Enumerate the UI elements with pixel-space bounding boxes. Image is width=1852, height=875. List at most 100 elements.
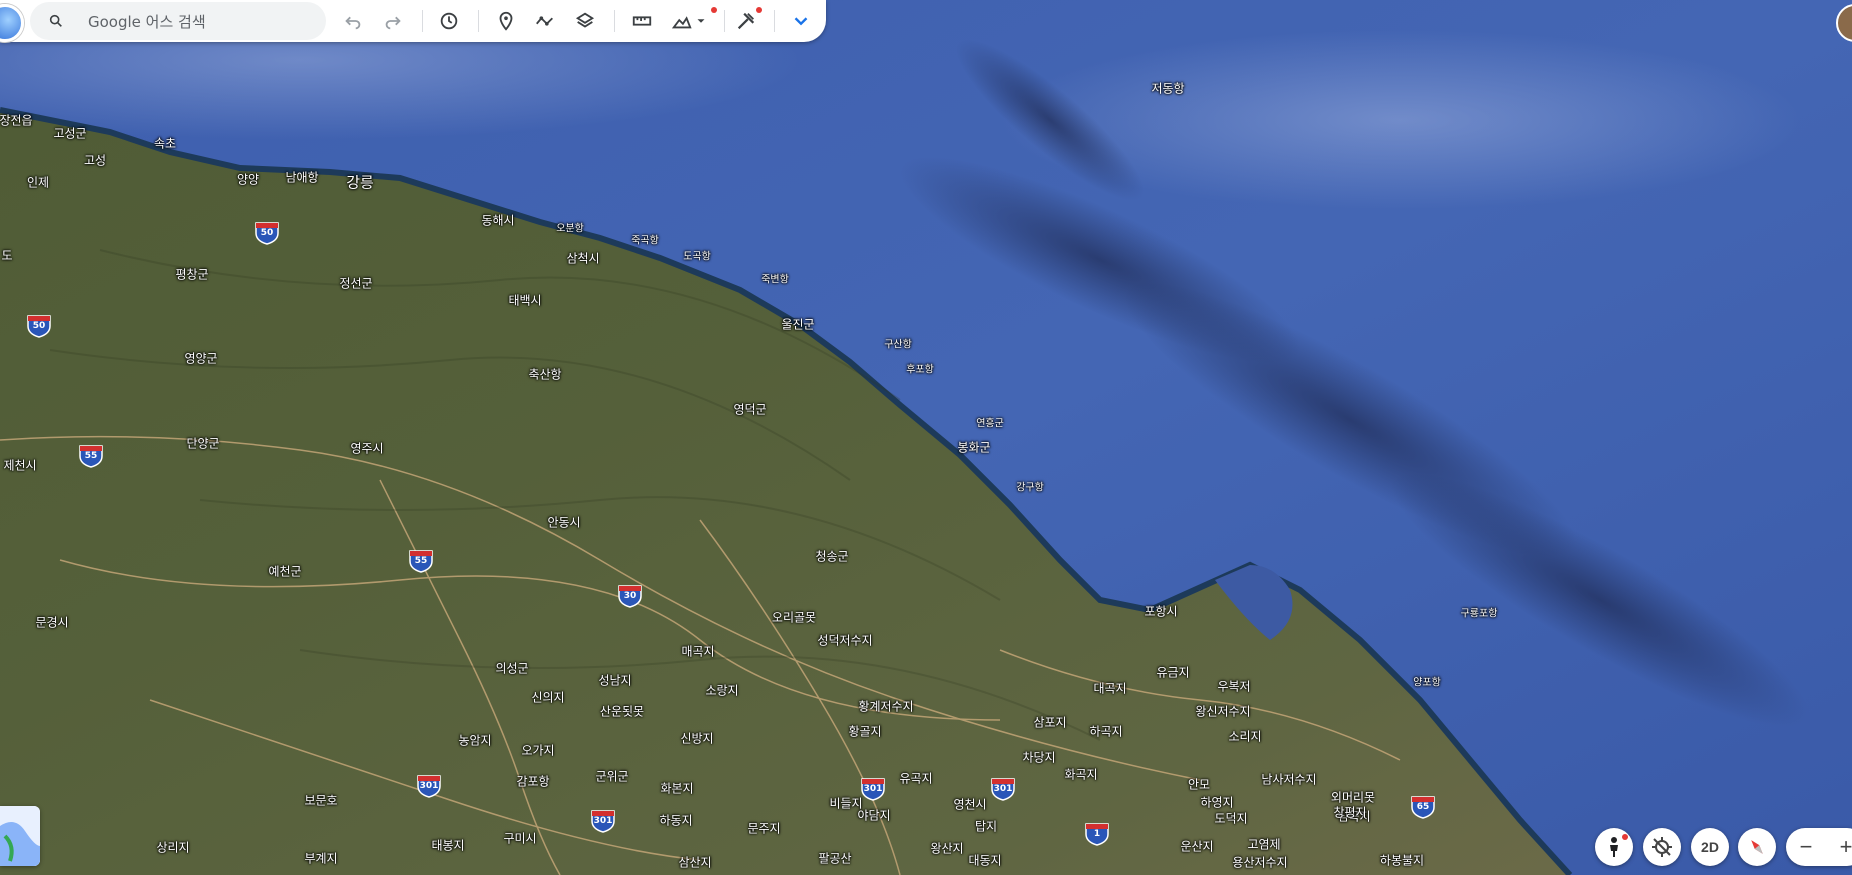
place-label[interactable]: 오분항 — [556, 220, 584, 235]
place-label[interactable]: 도 — [1, 247, 12, 264]
satellite-map[interactable] — [0, 0, 1852, 875]
place-label[interactable]: 연흥군 — [976, 415, 1004, 430]
image-dropdown-icon[interactable] — [694, 9, 708, 33]
place-label[interactable]: 동해시 — [481, 212, 514, 229]
place-label[interactable]: 인제 — [27, 174, 49, 191]
place-label[interactable]: 황골지 — [848, 723, 881, 740]
tools-icon[interactable] — [734, 9, 758, 33]
place-label[interactable]: 농암지 — [458, 732, 491, 749]
search-box[interactable] — [30, 2, 326, 40]
place-label[interactable]: 저동항 — [1151, 80, 1184, 97]
place-label[interactable]: 태백시 — [508, 292, 541, 309]
place-label[interactable]: 삼척시 — [566, 250, 599, 267]
location-off-icon[interactable] — [1643, 828, 1681, 866]
place-label[interactable]: 매곡지 — [681, 643, 714, 660]
minimap-thumbnail[interactable] — [0, 806, 40, 866]
path-icon[interactable] — [533, 9, 557, 33]
zoom-out-button[interactable]: − — [1786, 828, 1826, 866]
place-label[interactable]: 우복저 — [1217, 678, 1250, 695]
place-label[interactable]: 제천시 — [3, 457, 36, 474]
place-label[interactable]: 구산항 — [884, 336, 912, 351]
place-label[interactable]: 야담지 — [857, 807, 890, 824]
place-label[interactable]: 고성군 — [53, 125, 86, 142]
place-label[interactable]: 소랑지 — [705, 682, 738, 699]
place-label[interactable]: 군위군 — [595, 768, 628, 785]
place-label[interactable]: 유금지 — [1156, 664, 1189, 681]
compass-icon[interactable] — [1738, 828, 1776, 866]
place-label[interactable]: 평창군 — [175, 266, 208, 283]
place-label[interactable]: 대동지 — [968, 852, 1001, 869]
place-label[interactable]: 소리지 — [1228, 728, 1261, 745]
place-label[interactable]: 양양 — [237, 171, 259, 188]
place-label[interactable]: 안동시 — [547, 514, 580, 531]
place-label[interactable]: 유곡지 — [899, 770, 932, 787]
place-label[interactable]: 속초 — [154, 135, 176, 152]
place-label[interactable]: 봉화군 — [957, 439, 990, 456]
redo-icon[interactable] — [381, 9, 405, 33]
place-label[interactable]: 용산저수지 — [1232, 854, 1287, 871]
place-label[interactable]: 고성 — [84, 152, 106, 169]
undo-icon[interactable] — [341, 9, 365, 33]
place-label[interactable]: 고염제 — [1247, 836, 1280, 853]
place-label[interactable]: 안모 — [1188, 776, 1210, 793]
place-label[interactable]: 후포항 — [906, 361, 934, 376]
place-label[interactable]: 울진군 — [781, 316, 814, 333]
zoom-in-button[interactable]: + — [1826, 828, 1852, 866]
place-label[interactable]: 문주지 — [747, 820, 780, 837]
place-label[interactable]: 단양군 — [186, 435, 219, 452]
place-label[interactable]: 정선군 — [339, 275, 372, 292]
globe-menu-icon[interactable] — [0, 4, 24, 42]
place-label[interactable]: 보문호 — [304, 792, 337, 809]
place-label[interactable]: 영주시 — [350, 440, 383, 457]
place-label[interactable]: 장전읍 — [0, 112, 33, 129]
place-label[interactable]: 오가지 — [521, 742, 554, 759]
place-label[interactable]: 오리골못 — [772, 609, 816, 626]
place-label[interactable]: 감포항 — [516, 773, 549, 790]
place-label[interactable]: 죽곡항 — [631, 232, 659, 247]
place-label[interactable]: 삼산지 — [678, 854, 711, 871]
place-label[interactable]: 차당지 — [1022, 749, 1055, 766]
place-label[interactable]: 성덕저수지 — [817, 632, 872, 649]
place-label[interactable]: 하영지 — [1200, 794, 1233, 811]
view-mode-2d-button[interactable]: 2D — [1691, 828, 1729, 866]
ruler-icon[interactable] — [630, 9, 654, 33]
place-label[interactable]: 왕산지 — [930, 840, 963, 857]
place-label[interactable]: 강릉 — [346, 172, 374, 193]
place-label[interactable]: 삼포지 — [1033, 714, 1066, 731]
place-label[interactable]: 구미시 — [503, 830, 536, 847]
place-label[interactable]: 양포항 — [1413, 674, 1441, 689]
place-label[interactable]: 영덕군 — [733, 401, 766, 418]
place-label[interactable]: 탑지 — [975, 818, 997, 835]
place-label[interactable]: 도덕지 — [1214, 810, 1247, 827]
place-label[interactable]: 팔공산 — [818, 850, 851, 867]
chevron-down-icon[interactable] — [789, 9, 813, 33]
place-label[interactable]: 신의지 — [531, 689, 564, 706]
place-label[interactable]: 영양군 — [184, 350, 217, 367]
place-label[interactable]: 성남지 — [598, 672, 631, 689]
place-label[interactable]: 하곡지 — [1089, 723, 1122, 740]
placemark-icon[interactable] — [494, 9, 518, 33]
place-label[interactable]: 구룡포항 — [1461, 605, 1498, 620]
place-label[interactable]: 운산지 — [1180, 838, 1213, 855]
place-label[interactable]: 상리지 — [156, 839, 189, 856]
search-input[interactable] — [86, 10, 310, 34]
place-label[interactable]: 황계저수지 — [858, 698, 913, 715]
place-label[interactable]: 대곡지 — [1093, 680, 1126, 697]
place-label[interactable]: 태봉지 — [431, 837, 464, 854]
place-label[interactable]: 하봉불지 — [1380, 852, 1424, 869]
place-label[interactable]: 산운됫못 — [600, 703, 644, 720]
pegman-icon[interactable] — [1595, 828, 1633, 866]
layers-icon[interactable] — [573, 9, 597, 33]
place-label[interactable]: 화곡지 — [1064, 766, 1097, 783]
place-label[interactable]: 청송군 — [815, 548, 848, 565]
place-label[interactable]: 죽변항 — [761, 271, 789, 286]
place-label[interactable]: 남애항 — [285, 169, 318, 186]
place-label[interactable]: 예천군 — [268, 563, 301, 580]
history-icon[interactable] — [437, 9, 461, 33]
image-icon[interactable] — [670, 9, 694, 33]
place-label[interactable]: 부계지 — [304, 850, 337, 867]
place-label[interactable]: 창평지 — [1333, 804, 1366, 821]
place-label[interactable]: 영천시 — [953, 796, 986, 813]
place-label[interactable]: 남사저수지 — [1261, 771, 1316, 788]
place-label[interactable]: 하동지 — [659, 812, 692, 829]
